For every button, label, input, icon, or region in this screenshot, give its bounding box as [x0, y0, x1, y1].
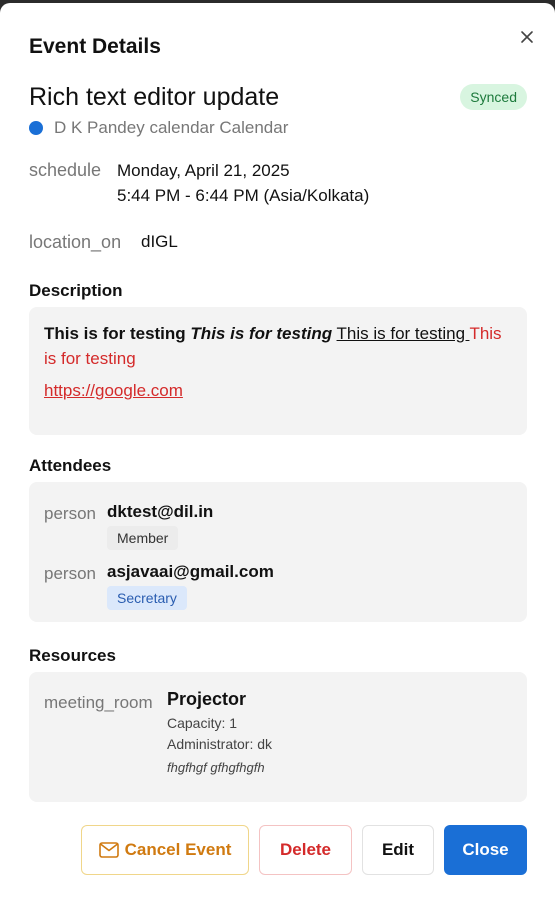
attendee-email: asjavaai@gmail.com — [107, 562, 274, 581]
calendar-info: D K Pandey calendar Calendar — [29, 118, 288, 138]
schedule-date: Monday, April 21, 2025 — [117, 161, 290, 180]
close-button[interactable]: Close — [444, 825, 527, 875]
desc-bold: This is for testing — [44, 324, 186, 343]
person-icon: person — [44, 564, 96, 583]
cancel-event-label: Cancel Event — [124, 840, 232, 859]
location-value: dIGL — [141, 232, 178, 251]
resource-note: fhgfhgf gfhgfhgfh — [167, 760, 265, 775]
edit-button[interactable]: Edit — [362, 825, 434, 875]
calendar-name: D K Pandey calendar Calendar — [54, 118, 289, 137]
cancel-event-button[interactable]: Cancel Event — [81, 825, 249, 875]
event-title: Rich text editor update — [29, 83, 280, 111]
attendee-email: dktest@dil.in — [107, 502, 214, 521]
attendee-role-badge: Secretary — [107, 586, 187, 610]
event-details-modal: Event Details Rich text editor update Sy… — [0, 3, 555, 901]
attendees-heading: Attendees — [29, 456, 112, 475]
desc-underline: This is for testing — [336, 324, 470, 343]
schedule-icon-label: schedule — [29, 160, 102, 180]
resource-administrator: Administrator: dk — [167, 736, 273, 752]
close-icon[interactable] — [517, 27, 537, 47]
resources-panel: meeting_room Projector Capacity: 1 Admin… — [29, 672, 527, 802]
sync-status-badge: Synced — [460, 84, 527, 110]
schedule-time: 5:44 PM - 6:44 PM (Asia/Kolkata) — [117, 186, 370, 205]
location-icon-label: location_on — [29, 232, 122, 252]
calendar-color-dot — [29, 121, 43, 135]
schedule-value: Monday, April 21, 2025 5:44 PM - 6:44 PM… — [117, 158, 369, 208]
cancel-mail-icon — [98, 842, 119, 858]
resource-name: Projector — [167, 689, 247, 709]
meeting-room-icon: meeting_room — [44, 693, 153, 712]
modal-title: Event Details — [29, 35, 161, 58]
attendees-panel: person dktest@dil.in Member person asjav… — [29, 482, 527, 622]
delete-button[interactable]: Delete — [259, 825, 352, 875]
desc-bold-italic: This is for testing — [190, 324, 333, 343]
description-panel: This is for testing This is for testing … — [29, 307, 527, 435]
description-text: This is for testing This is for testing … — [29, 307, 527, 371]
description-link[interactable]: https://google.com — [44, 381, 512, 401]
description-heading: Description — [29, 281, 123, 300]
resources-heading: Resources — [29, 646, 116, 665]
resource-capacity: Capacity: 1 — [167, 715, 238, 731]
person-icon: person — [44, 504, 96, 523]
attendee-role-badge: Member — [107, 526, 179, 550]
